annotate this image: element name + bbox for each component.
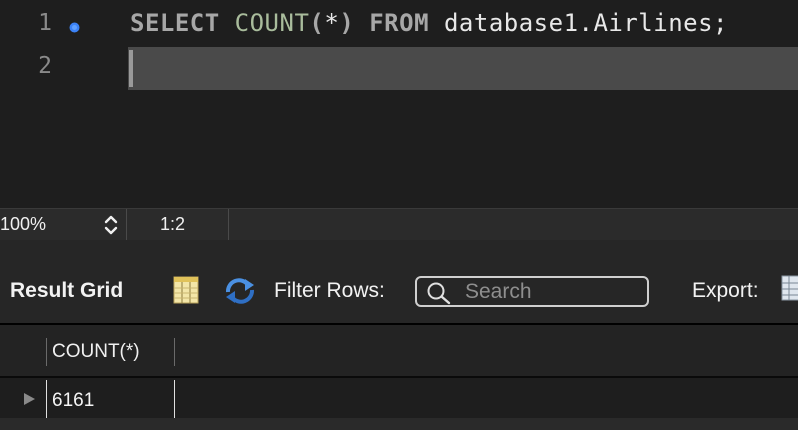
function-count: COUNT [234,9,310,37]
filter-search-input[interactable] [465,280,640,304]
export-icon[interactable] [781,274,798,302]
star-token: * [324,9,340,37]
cursor-position: 1:2 [160,214,186,234]
keyword-from: FROM [369,9,430,37]
table-name: database1.Airlines; [443,9,729,37]
text-caret [129,50,133,87]
row-arrow-icon [24,393,35,405]
current-line-highlight[interactable] [128,47,798,90]
editor-status-bar: 100% 1:2 [0,208,798,241]
sql-editor[interactable]: 1 SELECT COUNT(*) FROM database1.Airline… [0,0,798,208]
column-divider [46,338,47,366]
refresh-icon[interactable] [223,277,257,305]
line-number-1: 1 [38,10,52,36]
table-cell[interactable]: 6161 [52,390,94,412]
filter-search-box[interactable] [415,276,649,307]
result-toolbar: Result Grid Filter Rows: Export: [0,240,798,323]
column-resize-handle[interactable] [174,338,175,366]
status-divider [126,209,127,241]
grid-header: COUNT(*) [0,325,798,378]
paren-close: ) [339,9,355,37]
line-number-2: 2 [38,53,52,79]
search-icon [427,282,451,305]
column-header-count[interactable]: COUNT(*) [52,341,140,363]
status-divider [228,209,229,241]
code-line-1[interactable]: SELECT COUNT(*) FROM database1.Airlines; [130,9,728,37]
statement-marker-icon[interactable] [69,22,80,33]
paren-open: ( [309,9,325,37]
filter-rows-label: Filter Rows: [274,279,385,302]
table-row[interactable]: 6161 [0,380,798,430]
export-label: Export: [692,279,759,302]
table-row-empty [0,418,798,430]
result-grid: COUNT(*) 6161 [0,325,798,430]
zoom-stepper-icon[interactable] [102,214,120,236]
keyword-select: SELECT [130,9,220,37]
zoom-level: 100% [0,214,47,234]
grid-layout-icon[interactable] [173,276,199,304]
result-grid-title: Result Grid [10,279,124,302]
